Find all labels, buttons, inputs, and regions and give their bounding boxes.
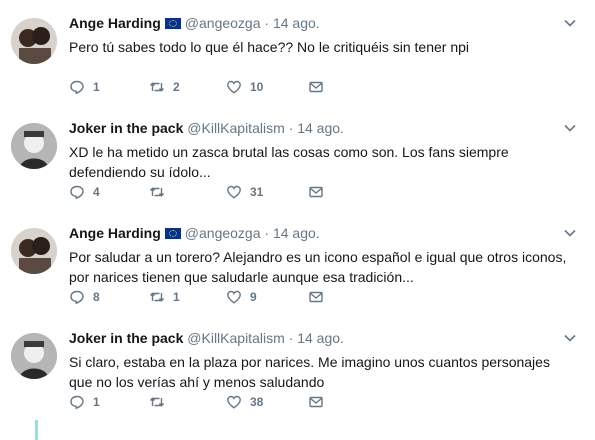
- envelope-icon: [309, 186, 323, 198]
- direct-message-button[interactable]: [308, 394, 324, 410]
- tweet-header: Ange Harding @angeozga · 14 ago.: [69, 224, 320, 242]
- direct-message-button[interactable]: [308, 289, 324, 305]
- like-button[interactable]: 9: [226, 289, 308, 305]
- reply-count: 1: [93, 80, 100, 94]
- like-count: 38: [250, 395, 264, 409]
- heart-icon: [227, 185, 241, 199]
- tweet-text: Pero tú sabes todo lo que él hace?? No l…: [69, 39, 470, 55]
- user-handle[interactable]: @KillKapitalism: [187, 120, 284, 136]
- reply-count: 8: [93, 290, 100, 304]
- reply-button[interactable]: 4: [69, 184, 149, 200]
- chevron-down-icon[interactable]: [563, 226, 577, 240]
- retweet-icon: [149, 397, 165, 407]
- reply-button[interactable]: 1: [69, 79, 149, 95]
- like-count: 10: [250, 80, 264, 94]
- retweet-icon: [149, 82, 165, 92]
- user-handle[interactable]: @angeozga: [185, 15, 261, 31]
- tweet-actions: 1 2 10: [69, 78, 324, 96]
- reply-icon: [70, 80, 84, 94]
- like-button[interactable]: 38: [226, 394, 308, 410]
- separator: ·: [288, 120, 294, 136]
- eu-flag-icon: [164, 228, 181, 239]
- tweet-text: Por saludar a un torero? Alejandro es un…: [69, 249, 567, 285]
- like-button[interactable]: 31: [226, 184, 308, 200]
- separator: ·: [264, 15, 270, 31]
- avatar[interactable]: [11, 228, 57, 274]
- tweet[interactable]: Joker in the pack @KillKapitalism · 14 a…: [0, 105, 595, 211]
- tweet[interactable]: Joker in the pack @KillKapitalism · 14 a…: [0, 315, 595, 420]
- tweet-actions: 1 38: [69, 393, 324, 411]
- retweet-icon: [149, 292, 165, 302]
- reply-icon: [70, 395, 84, 409]
- envelope-icon: [309, 396, 323, 408]
- like-count: 9: [250, 290, 257, 304]
- user-handle[interactable]: @angeozga: [185, 225, 261, 241]
- direct-message-button[interactable]: [308, 184, 324, 200]
- reply-button[interactable]: 8: [69, 289, 149, 305]
- heart-icon: [227, 395, 241, 409]
- heart-icon: [227, 290, 241, 304]
- retweet-button[interactable]: 1: [149, 289, 226, 305]
- avatar[interactable]: [11, 18, 57, 64]
- like-count: 31: [250, 185, 264, 199]
- tweet-header: Joker in the pack @KillKapitalism · 14 a…: [69, 119, 344, 137]
- tweet-header: Joker in the pack @KillKapitalism · 14 a…: [69, 329, 344, 347]
- tweet[interactable]: Ange Harding @angeozga · 14 ago. Pero tú …: [0, 0, 595, 106]
- chevron-down-icon[interactable]: [563, 16, 577, 30]
- display-name[interactable]: Ange Harding: [69, 225, 161, 241]
- tweet-actions: 4 31: [69, 183, 324, 201]
- chevron-down-icon[interactable]: [563, 121, 577, 135]
- separator: ·: [288, 330, 294, 346]
- envelope-icon: [309, 81, 323, 93]
- display-name[interactable]: Joker in the pack: [69, 120, 183, 136]
- eu-flag-icon: [164, 18, 181, 29]
- timestamp[interactable]: 14 ago.: [297, 330, 344, 346]
- tweet[interactable]: Ange Harding @angeozga · 14 ago. Por salu…: [0, 210, 595, 316]
- reply-icon: [70, 290, 84, 304]
- user-handle[interactable]: @KillKapitalism: [187, 330, 284, 346]
- tweet-text: Si claro, estaba en la plaza por narices…: [69, 354, 550, 390]
- retweet-icon: [149, 187, 165, 197]
- retweet-button[interactable]: [149, 184, 226, 200]
- avatar[interactable]: [11, 123, 57, 169]
- chevron-down-icon[interactable]: [563, 331, 577, 345]
- reply-count: 4: [93, 185, 100, 199]
- envelope-icon: [309, 291, 323, 303]
- reply-icon: [70, 185, 84, 199]
- heart-icon: [227, 80, 241, 94]
- like-button[interactable]: 10: [226, 79, 308, 95]
- separator: ·: [264, 225, 270, 241]
- reply-button[interactable]: 1: [69, 394, 149, 410]
- tweet-header: Ange Harding @angeozga · 14 ago.: [69, 14, 320, 32]
- display-name[interactable]: Ange Harding: [69, 15, 161, 31]
- direct-message-button[interactable]: [308, 79, 324, 95]
- avatar[interactable]: [11, 333, 57, 379]
- retweet-count: 1: [173, 290, 180, 304]
- timestamp[interactable]: 14 ago.: [273, 15, 320, 31]
- timestamp[interactable]: 14 ago.: [273, 225, 320, 241]
- retweet-count: 2: [173, 80, 180, 94]
- timestamp[interactable]: 14 ago.: [297, 120, 344, 136]
- retweet-button[interactable]: 2: [149, 79, 226, 95]
- reply-count: 1: [93, 395, 100, 409]
- display-name[interactable]: Joker in the pack: [69, 330, 183, 346]
- retweet-button[interactable]: [149, 394, 226, 410]
- tweet-text: XD le ha metido un zasca brutal las cosa…: [69, 144, 509, 180]
- tweet-actions: 8 1 9: [69, 288, 324, 306]
